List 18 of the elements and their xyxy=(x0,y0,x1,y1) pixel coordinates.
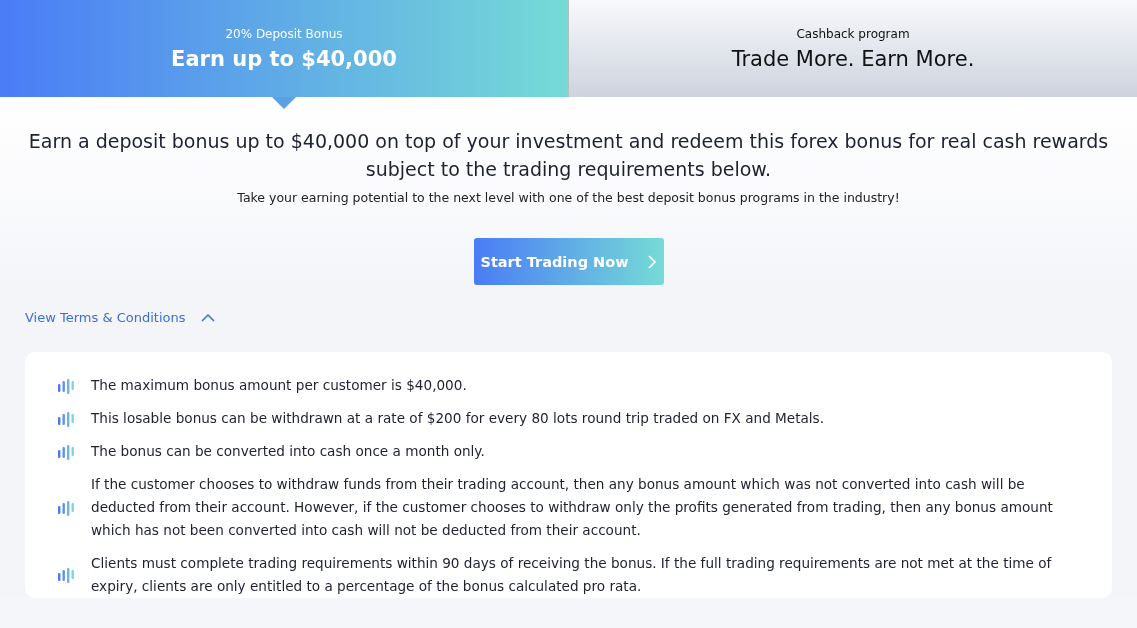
subheading: Take your earning potential to the next level with one of the best deposit bonus programs in the industry! xyxy=(236,190,901,205)
term-text: Clients must complete trading requirements within 90 days of receiving the bonus. If the full trading requirements are not met at the time of expiry, clients are only entitled to a percentage of the bonus calculated pro rata. xyxy=(91,554,1053,596)
chevron-up-icon xyxy=(201,313,216,322)
chevron-right-icon xyxy=(646,254,657,269)
bar-chart-icon xyxy=(58,567,75,583)
bar-chart-icon xyxy=(58,443,75,460)
term-text: The bonus can be converted into cash once a month only. xyxy=(91,442,485,461)
tab[interactable]: Cashback program Trade More. Earn More. xyxy=(568,0,1137,97)
heading: Earn a deposit bonus up to $40,000 on top of your investment and redeem this forex bonus for real cash rewards subject to the trading requirements below. xyxy=(27,129,1110,182)
term-text: If the customer chooses to withdraw funds from their trading account, then any bonus amount which was not converted into cash will be deducted from their account. However, if the customer chooses to withdraw only the profits generated from trading, then any bonus amount which has not been converted into cash will not be deducted from their account. xyxy=(91,475,1054,540)
bar-chart-icon xyxy=(58,377,75,394)
bar-chart-icon xyxy=(58,499,75,516)
terms-toggle-link[interactable]: View Terms & Conditions xyxy=(25,310,216,325)
term-text: This losable bonus can be withdrawn at a rate of $200 for every 80 lots round trip traded on FX and Metals. xyxy=(91,409,825,428)
tab[interactable]: 20% Deposit Bonus Earn up to $40,000 xyxy=(0,0,568,97)
bar-chart-icon xyxy=(58,410,75,427)
term-text: The maximum bonus amount per customer is $40,000. xyxy=(91,376,467,395)
start-trading-button[interactable]: Start Trading Now xyxy=(473,238,664,285)
